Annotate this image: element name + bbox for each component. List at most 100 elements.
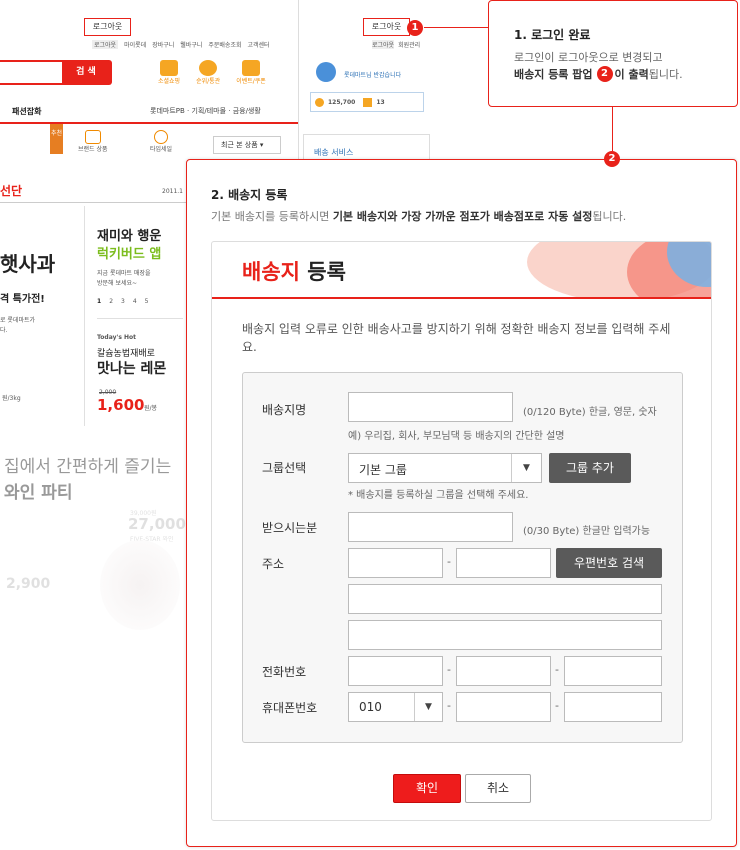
recent-products-label: 최근 본 상품 [221,141,258,149]
pagination: 1 2 3 4 5 [97,298,149,305]
recipient-hint: (0/30 Byte) 한글만 입력가능 [523,526,651,537]
callout-login-complete: 1. 로그인 완료 로그인이 로그아웃으로 변경되고 배송지 등록 팝업 2 이… [488,0,738,107]
mobile-dash-2: - [555,699,559,712]
logout-link-side[interactable]: 로그아웃 [364,19,409,35]
point-icon [315,97,324,107]
fun-title: 재미와 행운 [97,229,162,244]
hot-divider [97,318,183,319]
address-line-2-input[interactable] [348,620,662,650]
points-box: 125,700 13 [310,92,424,112]
mobile-prefix-select[interactable]: 010 ▼ [348,692,443,722]
phone-input-2[interactable] [456,656,551,686]
quick-icon-label: 이벤트/쿠폰 [236,78,266,85]
tag-icon [84,130,101,144]
phone-dash-1: - [447,663,451,676]
tab-label: 타임세일 [150,146,173,153]
page-link[interactable]: 4 [133,298,137,305]
mobile-prefix-value: 010 [359,700,382,714]
address-name-input[interactable] [348,392,513,422]
logout-link-top[interactable]: 로그아웃 [85,19,130,35]
chevron-down-icon[interactable]: ▼ [414,693,442,721]
hot-unit: 원/봉 [144,405,158,412]
fun-desc-2: 방문해 보세요~ [97,280,138,287]
search-button[interactable]: 검 색 [62,62,110,83]
phone-input-3[interactable] [564,656,662,686]
nav-link[interactable]: 장바구니 [152,40,174,49]
banner-title: 선단 [0,184,23,198]
promo-title: 햇사과 [0,252,56,276]
dialog-title-black: 등록 [299,260,346,284]
group-hint: * 배송지를 등록하실 그룹을 선택해 주세요. [348,490,529,501]
quick-icon-label: 소셜쇼핑 [158,78,181,85]
faint-price: 2,900 [6,576,51,592]
logout-highlight: 로그아웃 [84,18,131,36]
recipient-input[interactable] [348,512,513,542]
nav-link[interactable]: 웰바구니 [180,40,202,49]
quick-icons: 소셜쇼핑 순위/통관 이벤트/쿠폰 [158,60,266,85]
add-group-button[interactable]: 그룹 추가 [549,453,631,483]
banner-divider [0,202,186,203]
address-line-1-input[interactable] [348,584,662,614]
recent-products-dropdown[interactable]: 최근 본 상품 ▾ [213,136,281,154]
banner-date: 2011.1 [162,188,183,195]
social-shopping-link[interactable]: 소셜쇼핑 [158,60,180,85]
cancel-button[interactable]: 취소 [465,774,531,803]
points-value: 125,700 [328,98,356,106]
coupon-count: 13 [376,98,385,106]
time-sale-tab[interactable]: 타임세일 [150,130,172,153]
nav-link[interactable]: 고객센터 [248,40,270,49]
hot-title: 맛나는 레몬 [97,361,167,377]
callout-line-2: 배송지 등록 팝업 2 이 출력 됩니다. [514,66,683,82]
nav-link[interactable]: 주문배송조회 [208,40,241,49]
coin-icon [199,60,218,76]
rank-link[interactable]: 순위/통관 [196,60,220,85]
popup-desc-bold: 기본 배송지와 가장 가까운 점포가 배송점포로 자동 설정 [332,210,593,223]
step-badge-2: 2 [604,151,620,167]
connector-line-2 [612,107,613,151]
nav-link[interactable]: 마이롯데 [124,40,146,49]
member-manage-link[interactable]: 회원관리 [398,40,420,49]
phone-dash-2: - [555,663,559,676]
side-links: 로그아웃 회원관리 [372,40,420,49]
coupon-icon [363,97,373,107]
avatar [316,62,336,82]
zipcode-input-2[interactable] [456,548,551,578]
welcome-text: 롯데마트님 반갑습니다 [344,72,402,79]
page-link[interactable]: 2 [109,298,113,305]
nav-link[interactable]: 로그아웃 [92,40,119,49]
promo-desc-2: 다. [0,327,8,334]
chevron-down-icon[interactable]: ▼ [511,454,541,482]
side-logout-link[interactable]: 로그아웃 [372,40,395,49]
zipcode-search-button[interactable]: 우편번호 검색 [556,548,662,578]
category-label[interactable]: 패션잡화 [12,106,41,117]
mobile-input-2[interactable] [456,692,551,722]
zipcode-input-1[interactable] [348,548,443,578]
page-link[interactable]: 5 [145,298,149,305]
address-label: 주소 [262,557,285,571]
sub-nav[interactable]: 롯데마트PB · 기획/테마몰 · 금융/생활 [150,106,261,116]
hot-old-price: 2,000 [99,389,117,396]
group-label: 그룹선택 [262,461,307,475]
dialog-title-red: 배송지 [242,260,300,284]
delivery-service-label[interactable]: 배송 서비스 [304,135,429,158]
brand-product-tab[interactable]: 브랜드 상품 [78,130,108,153]
phone-label: 전화번호 [262,665,307,679]
page-link[interactable]: 3 [121,298,125,305]
popup-desc-normal: 기본 배송지를 등록하시면 [211,210,333,223]
caret-down-icon: ▾ [257,141,264,149]
magnifier-icon [160,60,179,76]
event-coupon-link[interactable]: 이벤트/쿠폰 [236,60,266,85]
phone-input-1[interactable] [348,656,443,686]
dialog-title: 배송지 등록 [242,256,346,286]
fun-app: 럭키버드 앱 [97,247,162,262]
promo-desc-1: 로 롯데마트가 [0,317,36,324]
page-link[interactable]: 1 [97,298,101,305]
mobile-input-3[interactable] [564,692,662,722]
confirm-button[interactable]: 확인 [393,774,461,803]
hot-price: 1,600 [97,396,145,414]
wine-image [100,540,180,630]
popup-desc: 기본 배송지를 등록하시면 기본 배송지와 가장 가까운 점포가 배송점포로 자… [211,208,626,224]
search-input[interactable]: 검 색 [0,60,112,85]
group-select[interactable]: 기본 그룹 ▼ [348,453,542,483]
side-divider [298,0,299,180]
